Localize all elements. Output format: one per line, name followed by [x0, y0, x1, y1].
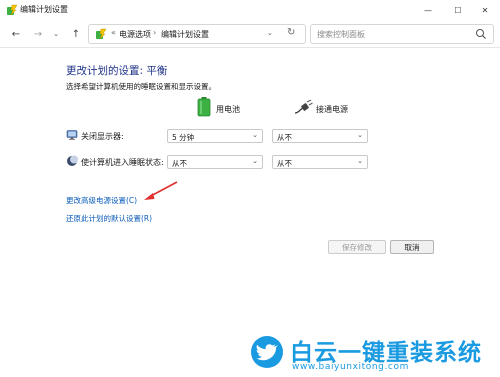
select-value: 从不 — [277, 133, 292, 142]
save-changes-button[interactable]: 保存修改 — [328, 240, 386, 254]
minimize-button[interactable]: — — [413, 0, 443, 20]
chevron-down-icon: ⌄ — [357, 157, 363, 165]
restore-defaults-link[interactable]: 还原此计划的默认设置(R) — [66, 213, 152, 224]
search-box[interactable]: 搜索控制面板 — [310, 24, 494, 44]
breadcrumb-power-options[interactable]: 电源选项 — [119, 29, 151, 40]
chevron-down-icon: ⌄ — [357, 131, 363, 139]
refresh-button[interactable]: ↻ — [287, 27, 295, 38]
cancel-button[interactable]: 取消 — [390, 240, 434, 254]
forward-button[interactable]: → — [30, 26, 46, 42]
watermark-url: www.baiyunxitong.com — [292, 362, 409, 372]
address-bar[interactable]: « 电源选项 › 编辑计划设置 ⌄ ↻ — [88, 24, 306, 44]
back-button[interactable]: ← — [8, 26, 24, 42]
recent-locations-dropdown[interactable]: ⌄ — [48, 26, 64, 42]
breadcrumb-edit-plan[interactable]: 编辑计划设置 — [161, 29, 209, 40]
plugged-in-column-label: 接通电源 — [316, 105, 348, 114]
power-options-icon — [96, 28, 107, 40]
monitor-icon — [66, 130, 78, 140]
battery-icon — [197, 97, 211, 117]
select-value: 5 分钟 — [172, 133, 195, 142]
sleep-plugged-select[interactable]: 从不 ⌄ — [272, 155, 368, 169]
twitter-bird-logo-icon — [251, 336, 283, 368]
up-button[interactable]: ↑ — [68, 26, 84, 42]
sleep-label: 使计算机进入睡眠状态: — [81, 158, 164, 167]
chevron-down-icon[interactable]: ⌄ — [267, 29, 273, 37]
battery-column-label: 用电池 — [216, 105, 240, 114]
navigation-bar: ← → ⌄ ↑ « 电源选项 › 编辑计划设置 ⌄ ↻ 搜索控制面板 — [0, 20, 500, 48]
select-value: 从不 — [172, 159, 187, 168]
page-subtitle: 选择希望计算机使用的睡眠设置和显示设置。 — [66, 82, 216, 91]
power-options-icon — [7, 4, 18, 16]
watermark: 白云一键重装系统 www.baiyunxitong.com — [244, 331, 500, 377]
title-bar: 编辑计划设置 — ☐ ✕ — [0, 0, 500, 20]
breadcrumb-overflow[interactable]: « — [111, 28, 116, 37]
turn-off-display-label: 关闭显示器: — [81, 132, 124, 141]
select-value: 从不 — [277, 159, 292, 168]
sleep-battery-select[interactable]: 从不 ⌄ — [167, 155, 263, 169]
chevron-down-icon: ⌄ — [252, 131, 258, 139]
search-input[interactable]: 搜索控制面板 — [317, 29, 365, 40]
chevron-down-icon: ⌄ — [252, 157, 258, 165]
display-battery-select[interactable]: 5 分钟 ⌄ — [167, 129, 263, 143]
moon-icon — [67, 155, 78, 166]
page-title: 更改计划的设置: 平衡 — [66, 65, 168, 77]
display-plugged-select[interactable]: 从不 ⌄ — [272, 129, 368, 143]
breadcrumb-separator[interactable]: › — [153, 28, 156, 37]
close-button[interactable]: ✕ — [470, 0, 500, 20]
red-arrow-annotation — [144, 181, 178, 200]
window-title: 编辑计划设置 — [20, 5, 68, 14]
search-icon — [476, 29, 486, 39]
maximize-button[interactable]: ☐ — [443, 0, 473, 20]
power-plug-icon — [294, 99, 313, 114]
advanced-power-settings-link[interactable]: 更改高级电源设置(C) — [66, 195, 137, 206]
